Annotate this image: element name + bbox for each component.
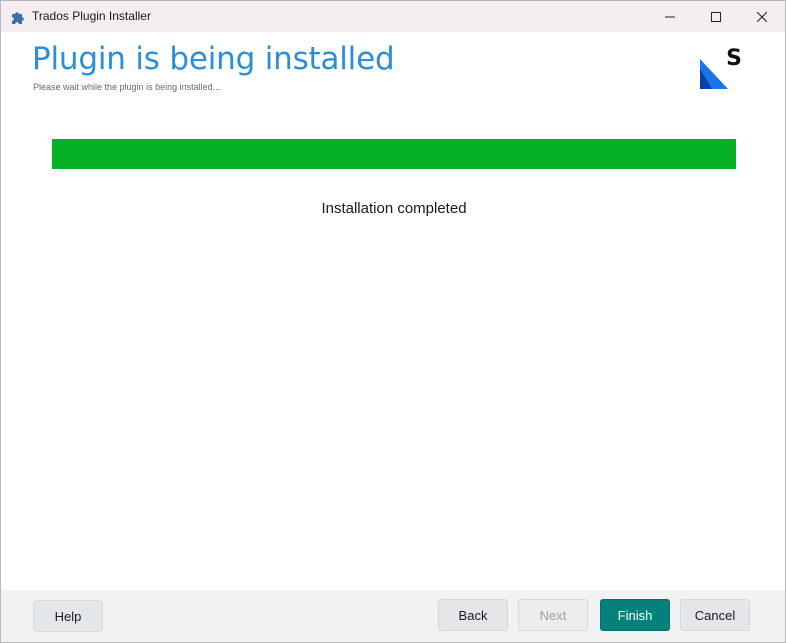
title-bar: Trados Plugin Installer — [1, 1, 785, 32]
installer-window: Trados Plugin Installer Plugin is being … — [0, 0, 786, 643]
trados-logo-icon: S — [698, 41, 748, 91]
back-button[interactable]: Back — [438, 599, 508, 631]
page-title: Plugin is being installed — [32, 41, 395, 77]
page-subtitle: Please wait while the plugin is being in… — [33, 82, 221, 92]
maximize-button[interactable] — [693, 1, 739, 32]
next-button[interactable]: Next — [518, 599, 588, 631]
cancel-button[interactable]: Cancel — [680, 599, 750, 631]
maximize-icon — [711, 11, 721, 22]
puzzle-piece-icon — [12, 12, 24, 24]
help-button[interactable]: Help — [33, 600, 103, 632]
finish-button[interactable]: Finish — [600, 599, 670, 631]
footer-bar: Help Back Next Finish Cancel — [1, 590, 785, 642]
close-button[interactable] — [739, 1, 785, 32]
minimize-button[interactable] — [647, 1, 693, 32]
install-progress-bar — [52, 139, 736, 169]
minimize-icon — [665, 16, 675, 17]
progress-fill — [52, 139, 736, 169]
window-title: Trados Plugin Installer — [32, 9, 151, 23]
close-icon — [757, 11, 767, 22]
status-text: Installation completed — [321, 200, 467, 217]
svg-text:S: S — [726, 46, 742, 71]
